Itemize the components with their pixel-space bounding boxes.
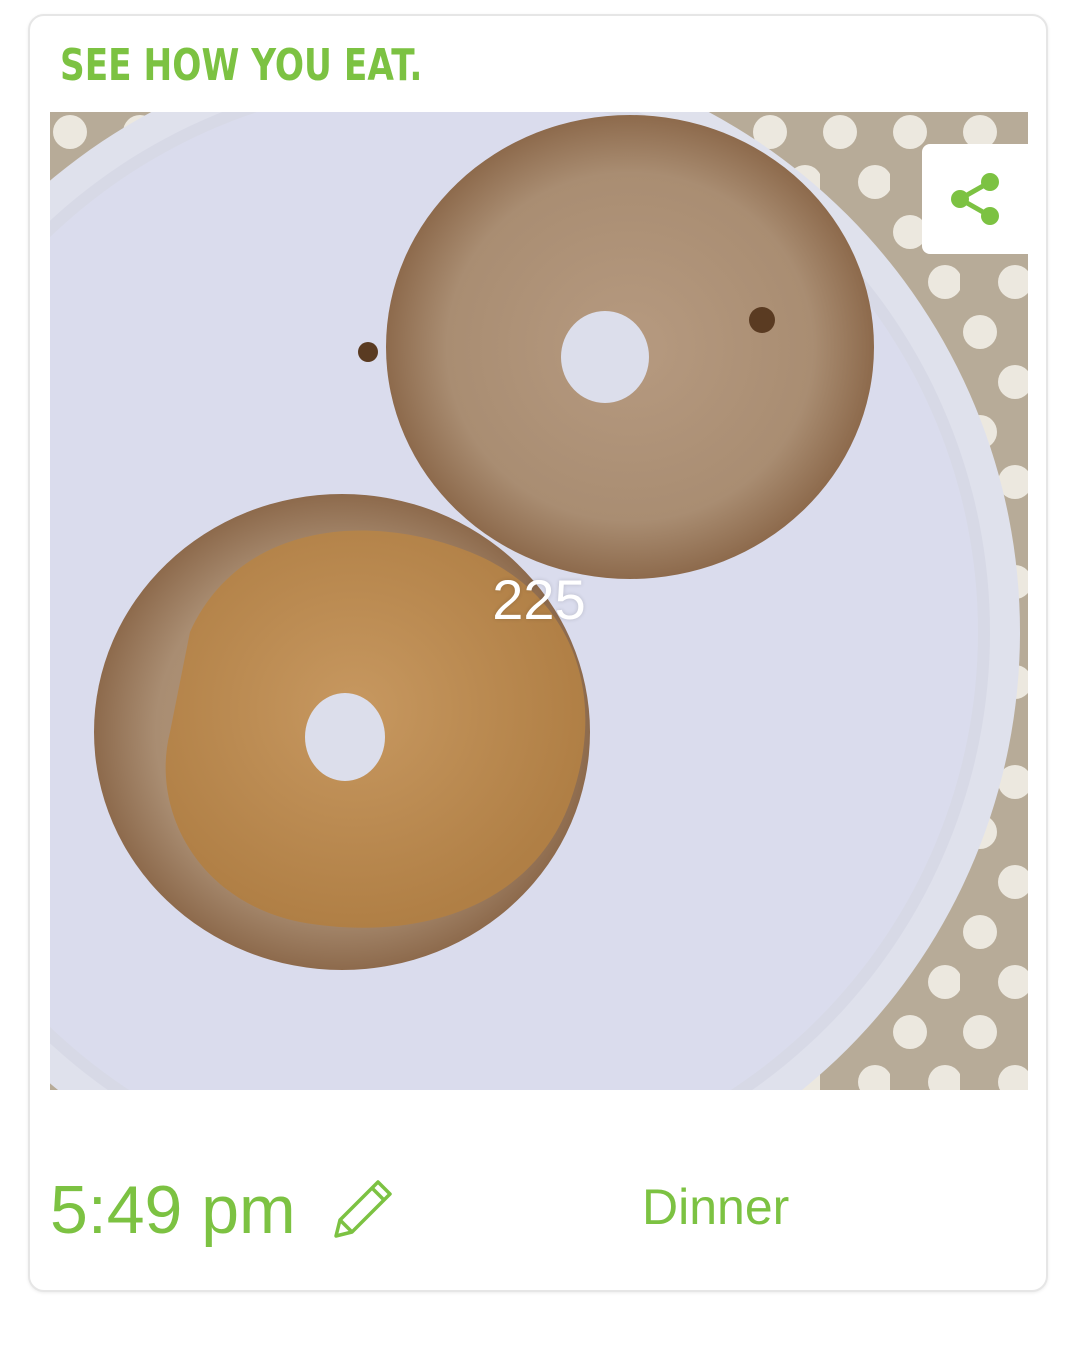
share-button[interactable] <box>922 144 1028 254</box>
share-icon <box>951 173 999 225</box>
entry-time: 5:49 pm <box>50 1172 296 1248</box>
pencil-icon[interactable] <box>326 1170 402 1246</box>
meal-type-label[interactable]: Dinner <box>642 1182 789 1232</box>
entry-footer: 5:49 pm Dinner <box>30 1116 1050 1276</box>
meal-card: SEE HOW YOU EAT. 225 5:49 pm Dinner <box>28 14 1048 1292</box>
meal-photo[interactable]: 225 <box>50 112 1028 1090</box>
brand-tagline: SEE HOW YOU EAT. <box>60 40 423 91</box>
meal-photo-image <box>50 112 1028 1090</box>
